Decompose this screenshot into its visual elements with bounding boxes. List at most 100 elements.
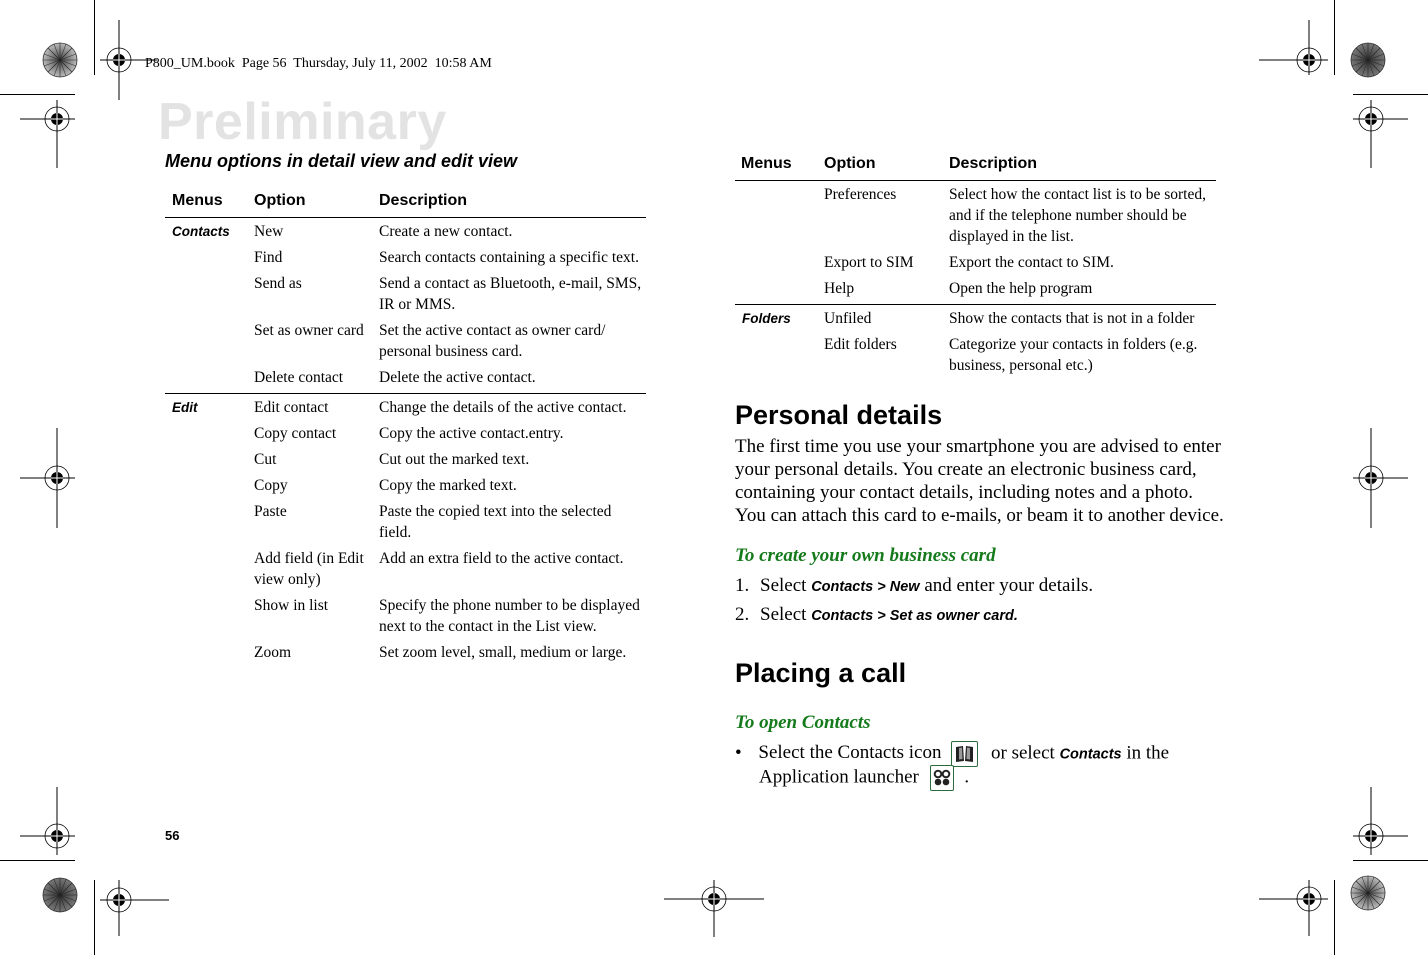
option-cell: Edit contact xyxy=(254,393,379,423)
table-row: Delete contact Delete the active contact. xyxy=(165,367,646,394)
option-cell: Add field (in Edit view only) xyxy=(254,550,364,588)
option-cell: Show in list xyxy=(254,597,329,614)
table-row: Send as Send a contact as Bluetooth, e-ma… xyxy=(165,273,646,320)
menu-cell: Edit xyxy=(165,393,254,423)
option-cell: Copy contact xyxy=(254,425,337,442)
option-cell: Find xyxy=(254,249,283,266)
menu-cell xyxy=(165,501,254,548)
calibration-star-icon xyxy=(1350,875,1386,911)
crop-line xyxy=(1334,880,1335,955)
table-row: Edit Edit contact Change the details of th… xyxy=(165,393,646,423)
description-cell: Show the contacts that is not in a folde… xyxy=(949,304,1216,334)
bullet-line-1: • Select the Contacts icon or select Con… xyxy=(735,741,1169,767)
description-cell: Add an extra field to the active contact… xyxy=(379,550,624,567)
registration-target-icon xyxy=(664,880,764,937)
print-info-header: P800_UM.book Page 56 Thursday, July 11, … xyxy=(145,56,492,71)
description-cell: Delete the active contact. xyxy=(379,369,536,386)
option-cell: Unfiled xyxy=(824,304,949,334)
registration-target-icon xyxy=(1353,787,1408,855)
table-row: Show in list Specify the phone number to … xyxy=(165,595,646,642)
crop-line xyxy=(94,0,95,75)
app-launcher-icon xyxy=(929,765,954,791)
crop-line xyxy=(1353,860,1428,861)
menu-cell: Contacts xyxy=(165,218,254,248)
menu-cell xyxy=(165,595,254,642)
instruction-text: Application launcher xyxy=(759,766,919,788)
column-header-option: Option xyxy=(254,190,379,218)
preliminary-watermark: Preliminary xyxy=(158,93,447,151)
table-row: Zoom Set zoom level, small, medium or lar… xyxy=(165,642,646,668)
page-number: 56 xyxy=(165,828,180,843)
table-row: Copy contact Copy the active contact.entr… xyxy=(165,423,646,449)
crop-line xyxy=(0,860,75,861)
menu-options-table-left: Menus Option Description Contacts New Crea… xyxy=(165,190,646,668)
step-text: Select xyxy=(760,575,812,596)
table-header-row: Menus Option Description xyxy=(165,190,646,218)
option-cell: Delete contact xyxy=(254,369,344,386)
calibration-star-icon xyxy=(1350,42,1386,78)
description-cell: Paste the copied text into the selected … xyxy=(379,503,612,541)
table-row: Copy Copy the marked text. xyxy=(165,475,646,501)
description-cell: Set zoom level, small, medium or large. xyxy=(379,644,627,661)
ui-reference: Contacts xyxy=(1059,746,1122,763)
table-row: Cut Cut out the marked text. xyxy=(165,449,646,475)
step-text: Select xyxy=(760,604,812,625)
menu-cell xyxy=(735,181,824,253)
table-row: Set as owner card Set the active contact … xyxy=(165,320,646,367)
table-row: Edit folders Categorize your contacts in … xyxy=(735,334,1216,381)
table-row: Help Open the help program xyxy=(735,278,1216,305)
description-cell: Export the contact to SIM. xyxy=(949,254,1114,271)
registration-target-icon xyxy=(1259,20,1328,75)
crop-line xyxy=(1353,94,1428,95)
table-row: Contacts New Create a new contact. xyxy=(165,218,646,248)
crop-line xyxy=(94,880,95,955)
create-business-card-subheading: To create your own business card xyxy=(735,545,996,566)
option-cell: Paste xyxy=(254,503,287,520)
step-text: and enter your details. xyxy=(919,575,1094,596)
column-header-menus: Menus xyxy=(165,190,254,218)
option-cell: Send as xyxy=(254,275,302,292)
ui-reference: Contacts > New xyxy=(811,579,920,595)
description-cell: Copy the marked text. xyxy=(379,477,517,494)
placing-call-heading: Placing a call xyxy=(735,658,907,688)
ui-reference: Contacts > Set as owner card. xyxy=(811,608,1018,624)
registration-target-icon xyxy=(20,428,75,528)
calibration-star-icon xyxy=(42,877,78,913)
crop-line xyxy=(0,94,75,95)
registration-target-icon xyxy=(20,100,75,168)
registration-target-icon xyxy=(1259,880,1328,936)
instruction-text: Select the Contacts icon xyxy=(758,742,942,764)
bullet-line-2: Application launcher . xyxy=(759,765,969,791)
section-title: Menu options in detail view and edit vie… xyxy=(165,151,518,171)
menu-cell xyxy=(165,320,254,367)
description-cell: Search contacts containing a specific te… xyxy=(379,249,639,266)
menu-cell xyxy=(165,449,254,475)
open-contacts-subheading: To open Contacts xyxy=(735,712,871,733)
option-cell: Set as owner card xyxy=(254,322,364,339)
registration-target-icon xyxy=(100,880,169,936)
instruction-text: or select xyxy=(991,742,1060,764)
option-cell: New xyxy=(254,223,284,240)
menu-cell: Folders xyxy=(735,304,824,334)
description-cell: Set the active contact as owner card/ pe… xyxy=(379,322,606,360)
menu-name: Contacts xyxy=(172,224,230,239)
menu-cell xyxy=(735,334,824,381)
option-cell: Export to SIM xyxy=(824,254,914,271)
calibration-star-icon xyxy=(42,42,78,78)
menu-cell xyxy=(165,475,254,501)
step-number: 1. xyxy=(735,575,750,596)
instruction-text: in the xyxy=(1121,742,1170,764)
column-header-description: Description xyxy=(379,190,646,218)
instruction-text: . xyxy=(964,766,970,788)
step-2: 2. Select Contacts > Set as owner card. xyxy=(735,603,1018,628)
menu-cell xyxy=(735,252,824,278)
menu-cell xyxy=(735,278,824,305)
column-header-option: Option xyxy=(824,153,949,181)
description-cell: Send a contact as Bluetooth, e-mail, SMS… xyxy=(379,275,642,313)
description-cell: Change the details of the active contact… xyxy=(379,393,646,423)
description-cell: Specify the phone number to be displayed… xyxy=(379,597,640,635)
step-number: 2. xyxy=(735,604,750,625)
table-header-row: Menus Option Description xyxy=(735,153,1216,181)
description-cell: Copy the active contact.entry. xyxy=(379,425,564,442)
contacts-book-icon xyxy=(951,741,979,767)
